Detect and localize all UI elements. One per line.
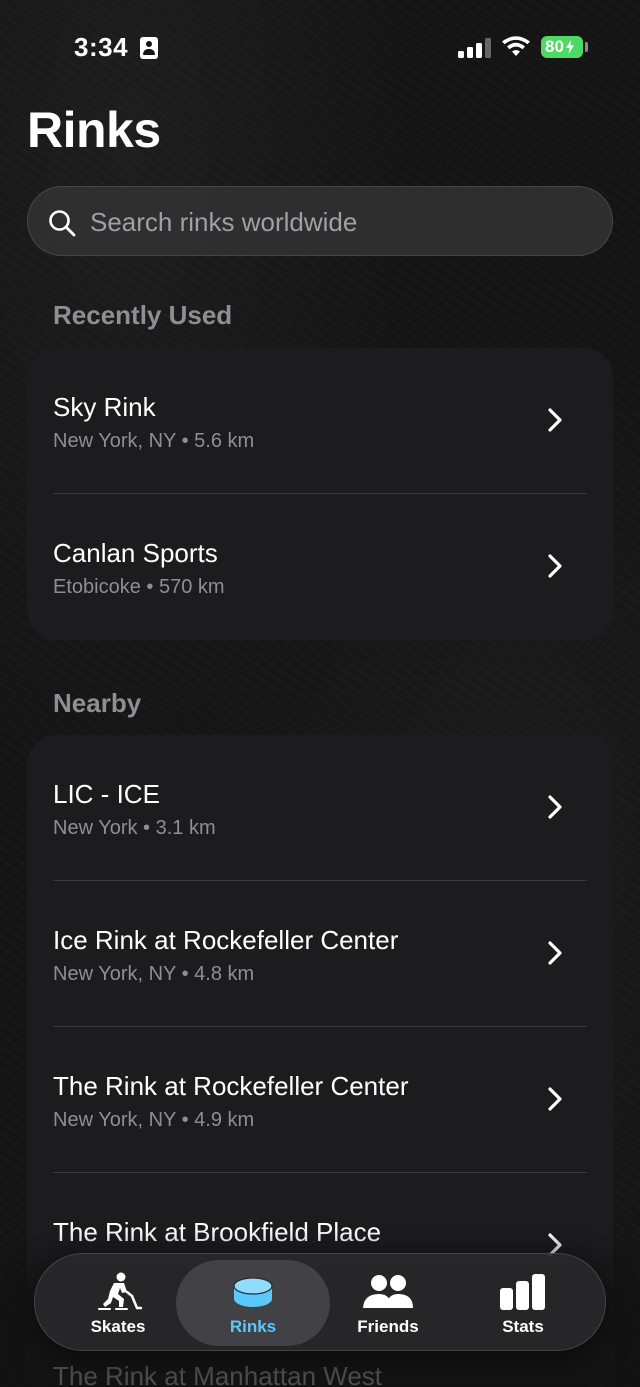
charging-bolt-icon (565, 40, 574, 54)
chevron-right-icon (548, 795, 562, 819)
tab-friends[interactable]: Friends (311, 1260, 465, 1346)
rink-subtitle: New York, NY • 4.8 km (53, 963, 255, 985)
tab-bar: Skates Rinks Friends Stats (34, 1253, 606, 1351)
battery-level: 80 (545, 37, 564, 56)
skater-icon (92, 1272, 144, 1312)
friends-icon (362, 1272, 414, 1312)
rink-name: Canlan Sports (53, 538, 218, 568)
rink-location: Etobicoke (53, 576, 141, 598)
rink-row[interactable]: Canlan Sports Etobicoke • 570 km (27, 494, 613, 640)
tab-label: Rinks (229, 1317, 277, 1336)
status-time: 3:34 (74, 32, 129, 62)
rink-distance: 570 km (158, 576, 225, 598)
rink-row[interactable]: Ice Rink at Rockefeller Center New York,… (27, 881, 613, 1027)
tab-stats[interactable]: Stats (446, 1260, 600, 1346)
rink-subtitle: New York, NY • 5.6 km (53, 430, 255, 452)
rink-name: The Rink at Brookfield Place (53, 1217, 382, 1247)
rink-subtitle: New York • 3.1 km (53, 817, 216, 839)
nearby-heading: Nearby (53, 688, 142, 718)
chevron-right-icon (548, 941, 562, 965)
rink-row[interactable]: Sky Rink New York, NY • 5.6 km (27, 348, 613, 494)
rink-subtitle: New York, NY • 4.9 km (53, 1109, 255, 1131)
battery-tip (585, 42, 588, 52)
stats-icon (497, 1272, 549, 1312)
chevron-right-icon (548, 1087, 562, 1111)
search-icon (49, 210, 76, 237)
contact-card-icon (140, 37, 158, 59)
status-bar: 3:34 80 (0, 0, 640, 96)
tab-label: Friends (357, 1317, 419, 1336)
recently-used-heading: Recently Used (53, 300, 233, 330)
page-title: Rinks (27, 102, 161, 158)
puck-icon (227, 1272, 279, 1312)
rink-distance: 4.9 km (194, 1109, 255, 1131)
wifi-icon (502, 36, 530, 56)
tab-skates[interactable]: Skates (41, 1260, 195, 1346)
rink-name: Ice Rink at Rockefeller Center (53, 925, 399, 955)
rink-location: New York, NY (53, 1109, 177, 1131)
rink-location: New York, NY (53, 963, 177, 985)
chevron-right-icon (548, 554, 562, 578)
rink-row[interactable]: LIC - ICE New York • 3.1 km (27, 735, 613, 881)
cellular-signal-icon (458, 38, 491, 58)
rink-subtitle: Etobicoke • 570 km (53, 576, 225, 598)
tab-label: Stats (502, 1317, 544, 1336)
rink-distance: 4.8 km (194, 963, 255, 985)
rink-row[interactable]: The Rink at Rockefeller Center New York,… (27, 1027, 613, 1173)
search-input[interactable] (90, 204, 590, 240)
battery-indicator: 80 (541, 36, 583, 58)
tab-label: Skates (90, 1317, 146, 1336)
rink-name: The Rink at Rockefeller Center (53, 1071, 409, 1101)
rink-location: New York, NY (53, 430, 177, 452)
rink-name: LIC - ICE (53, 779, 160, 809)
rink-name: Sky Rink (53, 392, 156, 422)
rink-location: New York (53, 817, 138, 839)
recently-used-card: Sky Rink New York, NY • 5.6 km Canlan Sp… (27, 348, 613, 640)
tab-rinks[interactable]: Rinks (176, 1260, 330, 1346)
rink-name-partial[interactable]: The Rink at Manhattan West (53, 1361, 382, 1387)
chevron-right-icon (548, 408, 562, 432)
rink-distance: 3.1 km (155, 817, 216, 839)
rink-distance: 5.6 km (194, 430, 255, 452)
